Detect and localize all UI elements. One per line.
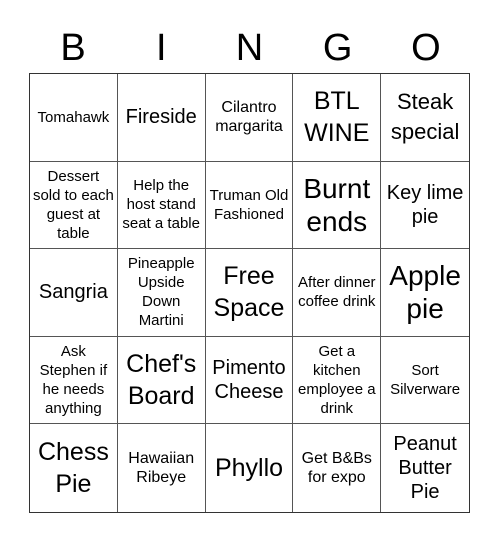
bingo-cell[interactable]: Truman Old Fashioned	[205, 161, 294, 250]
bingo-cell[interactable]: Phyllo	[206, 424, 294, 512]
bingo-cell[interactable]: Chess Pie	[30, 424, 118, 512]
bingo-cell[interactable]: Apple pie	[381, 249, 469, 337]
bingo-cell[interactable]: Sangria	[30, 249, 118, 337]
bingo-cell[interactable]: BTL WINE	[293, 74, 382, 162]
header-letter-g: G	[322, 27, 353, 69]
header-letter-b: B	[60, 27, 86, 69]
bingo-cell[interactable]: Chef's Board	[117, 336, 206, 425]
bingo-cell[interactable]: Sort Silverware	[381, 337, 469, 425]
bingo-cell[interactable]: Fireside	[117, 74, 206, 162]
free-space-cell[interactable]: Free Space	[205, 249, 294, 337]
bingo-cell[interactable]: Steak special	[381, 74, 469, 162]
bingo-cell[interactable]: Cilantro margarita	[205, 74, 294, 162]
header-letter-n: N	[235, 27, 264, 69]
bingo-cell[interactable]: Pineapple Upside Down Martini	[117, 249, 206, 337]
bingo-cell[interactable]: Burnt ends	[293, 161, 382, 250]
header-letter-o: O	[411, 27, 441, 69]
bingo-cell[interactable]: Dessert sold to each guest at table	[30, 161, 118, 250]
bingo-cell[interactable]: Get B&Bs for expo	[293, 424, 382, 512]
bingo-cell[interactable]: Get a kitchen employee a drink	[293, 336, 382, 425]
bingo-cell[interactable]: Key lime pie	[381, 162, 469, 250]
bingo-card: Tomahawk Fireside Cilantro margarita BTL…	[29, 73, 470, 513]
bingo-cell[interactable]: Pimento Cheese	[205, 336, 294, 425]
bingo-cell[interactable]: Ask Stephen if he needs anything	[30, 336, 118, 425]
bingo-cell[interactable]: After dinner coffee drink	[293, 249, 382, 337]
bingo-cell[interactable]: Peanut Butter Pie	[381, 424, 469, 512]
bingo-cell[interactable]: Tomahawk	[30, 74, 118, 162]
bingo-cell[interactable]: Help the host stand seat a table	[117, 161, 206, 250]
header-letter-i: I	[156, 27, 167, 69]
bingo-header: B I N G O	[29, 22, 470, 74]
bingo-cell[interactable]: Hawaiian Ribeye	[118, 424, 206, 512]
